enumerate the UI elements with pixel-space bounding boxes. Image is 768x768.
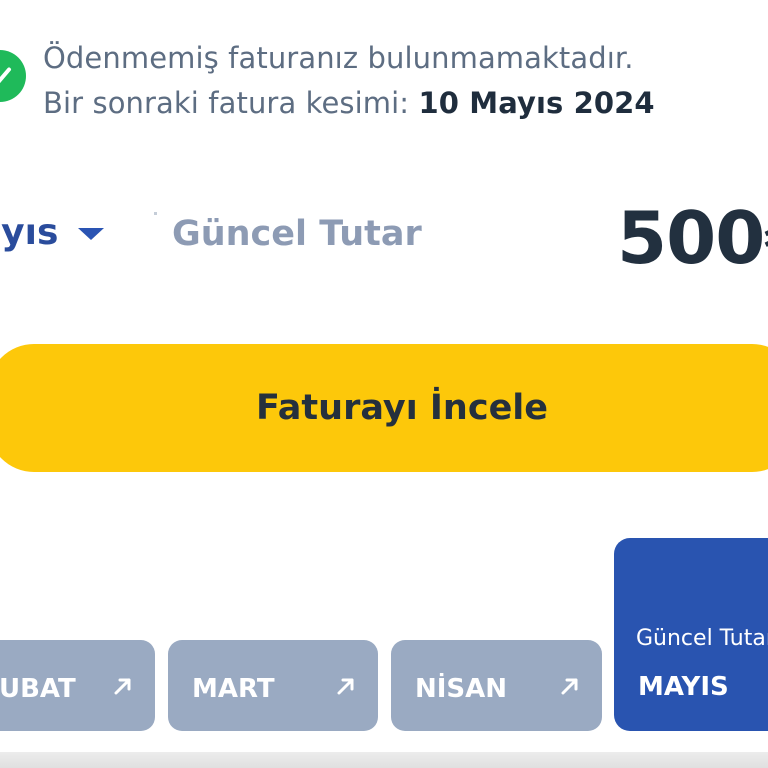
month-card-label: MART bbox=[192, 674, 275, 704]
month-card-mayis-active[interactable]: Güncel Tutar MAYIS bbox=[614, 538, 768, 731]
current-amount-value: 500₺ bbox=[617, 196, 768, 280]
bottom-edge bbox=[0, 752, 768, 768]
active-month-caption: Güncel Tutar bbox=[636, 626, 768, 651]
arrow-up-right-icon bbox=[337, 678, 354, 695]
chevron-down-icon bbox=[78, 227, 105, 240]
month-card-mart[interactable]: MART bbox=[168, 640, 378, 731]
current-amount-label: Güncel Tutar bbox=[172, 214, 422, 254]
no-unpaid-bill-message: Ödenmemiş faturanız bulunmamaktadır. bbox=[43, 41, 634, 75]
next-bill-date-prefix: Bir sonraki fatura kesimi: bbox=[43, 86, 419, 120]
month-card-subat[interactable]: UBAT bbox=[0, 640, 155, 731]
month-card-label: UBAT bbox=[0, 674, 76, 704]
arrow-up-right-icon bbox=[114, 678, 131, 695]
review-bill-button-label: Faturayı İncele bbox=[255, 388, 549, 428]
next-bill-date: 10 Mayıs 2024 bbox=[418, 86, 655, 120]
check-icon bbox=[0, 67, 11, 84]
next-bill-date-message: Bir sonraki fatura kesimi: 10 Mayıs 2024 bbox=[43, 86, 655, 120]
divider bbox=[154, 212, 157, 215]
month-selector[interactable]: ayıs bbox=[0, 212, 105, 253]
month-card-nisan[interactable]: NİSAN bbox=[391, 640, 602, 731]
active-month-label: MAYIS bbox=[638, 672, 729, 702]
bill-summary-screen: Ödenmemiş faturanız bulunmamaktadır. Bir… bbox=[0, 0, 768, 768]
month-selector-label: ayıs bbox=[0, 212, 59, 253]
month-card-label: NİSAN bbox=[415, 674, 508, 704]
arrow-up-right-icon bbox=[561, 678, 578, 695]
paid-status-badge bbox=[0, 50, 26, 102]
review-bill-button[interactable]: Faturayı İncele bbox=[0, 344, 768, 472]
